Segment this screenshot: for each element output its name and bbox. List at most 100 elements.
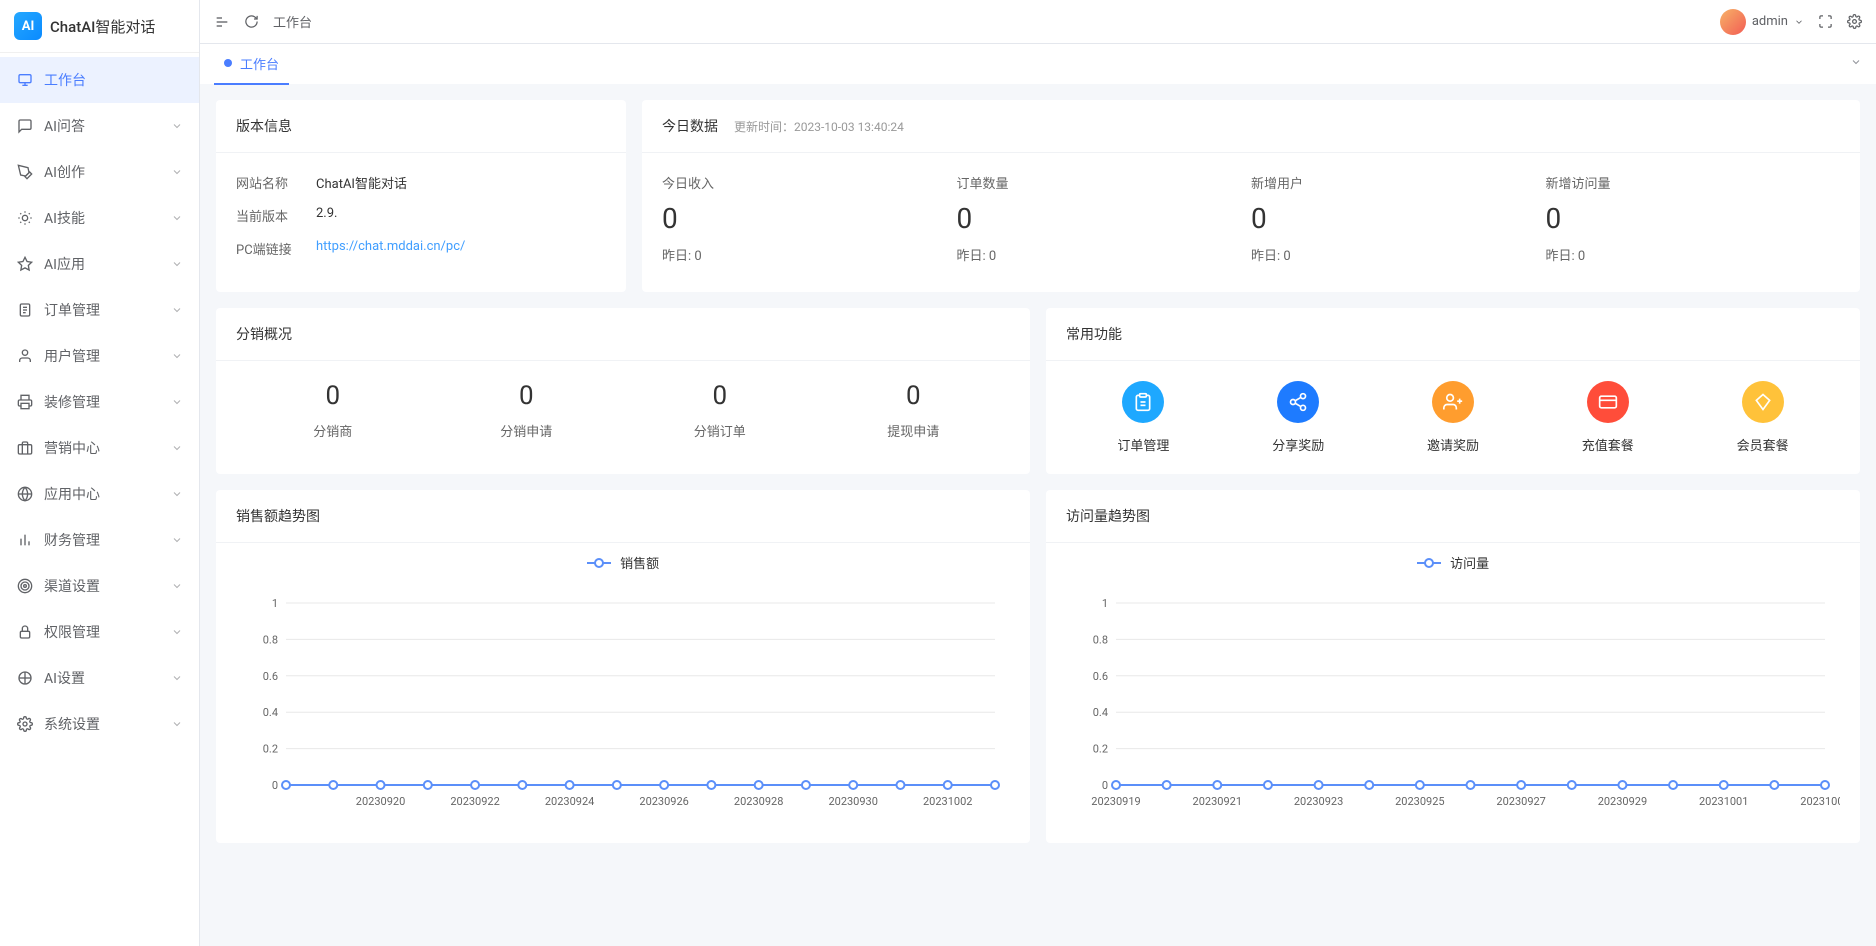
sidebar-item-label: 渠道设置 xyxy=(44,576,171,596)
today-stat: 新增访问量0昨日: 0 xyxy=(1546,173,1841,264)
chevron-down-icon xyxy=(171,672,183,684)
today-stat: 订单数量0昨日: 0 xyxy=(957,173,1252,264)
stat-label: 提现申请 xyxy=(817,421,1011,440)
sidebar-item-label: AI应用 xyxy=(44,254,171,274)
chevron-down-icon xyxy=(171,258,183,270)
stat-value: 0 xyxy=(1546,202,1841,235)
kv-key: 网站名称 xyxy=(236,173,316,192)
app-title: ChatAI智能对话 xyxy=(50,16,155,37)
sidebar-item-1[interactable]: AI问答 xyxy=(0,103,199,149)
svg-text:0.8: 0.8 xyxy=(1093,633,1108,646)
sidebar-item-5[interactable]: 订单管理 xyxy=(0,287,199,333)
version-row: PC端链接https://chat.mddai.cn/pc/ xyxy=(236,239,606,258)
stat-sub: 昨日: 0 xyxy=(662,245,957,264)
sidebar-item-8[interactable]: 营销中心 xyxy=(0,425,199,471)
sidebar-item-14[interactable]: 系统设置 xyxy=(0,701,199,747)
collapse-icon[interactable] xyxy=(214,14,230,30)
target-icon xyxy=(16,578,34,594)
pc-link[interactable]: https://chat.mddai.cn/pc/ xyxy=(316,239,465,254)
monitor-icon xyxy=(16,72,34,88)
shortcut-useradd[interactable]: 邀请奖励 xyxy=(1376,381,1531,454)
sidebar-item-10[interactable]: 财务管理 xyxy=(0,517,199,563)
chevron-down-icon xyxy=(171,534,183,546)
shortcut-clipboard[interactable]: 订单管理 xyxy=(1066,381,1221,454)
shortcut-label: 邀请奖励 xyxy=(1376,435,1531,454)
svg-text:20231003: 20231003 xyxy=(1800,795,1840,808)
kv-key: 当前版本 xyxy=(236,206,316,225)
svg-text:0.4: 0.4 xyxy=(263,706,278,719)
diamond-icon xyxy=(1742,381,1784,423)
version-row: 网站名称ChatAI智能对话 xyxy=(236,173,606,192)
share-icon xyxy=(1277,381,1319,423)
sidebar-item-2[interactable]: AI创作 xyxy=(0,149,199,195)
lock-icon xyxy=(16,624,34,640)
breadcrumb: 工作台 xyxy=(273,12,312,31)
svg-text:20231001: 20231001 xyxy=(1699,795,1748,808)
version-card: 版本信息 网站名称ChatAI智能对话当前版本2.9.PC端链接https://… xyxy=(216,100,626,292)
content: 版本信息 网站名称ChatAI智能对话当前版本2.9.PC端链接https://… xyxy=(200,84,1876,946)
svg-text:0.2: 0.2 xyxy=(263,742,278,755)
svg-text:20230924: 20230924 xyxy=(545,795,594,808)
sidebar-item-12[interactable]: 权限管理 xyxy=(0,609,199,655)
chevron-down-icon xyxy=(171,580,183,592)
sidebar-item-6[interactable]: 用户管理 xyxy=(0,333,199,379)
svg-text:0: 0 xyxy=(1102,779,1108,792)
sun-icon xyxy=(16,210,34,226)
user-menu[interactable]: admin xyxy=(1720,9,1804,35)
refresh-icon[interactable] xyxy=(244,14,259,29)
kv-val: 2.9. xyxy=(316,206,606,225)
shortcut-card[interactable]: 充值套餐 xyxy=(1530,381,1685,454)
sidebar-item-4[interactable]: AI应用 xyxy=(0,241,199,287)
chevron-down-icon xyxy=(171,166,183,178)
sidebar-item-9[interactable]: 应用中心 xyxy=(0,471,199,517)
sidebar-item-11[interactable]: 渠道设置 xyxy=(0,563,199,609)
stat-sub: 昨日: 0 xyxy=(957,245,1252,264)
sidebar-item-3[interactable]: AI技能 xyxy=(0,195,199,241)
sidebar-item-label: AI问答 xyxy=(44,116,171,136)
svg-text:20230919: 20230919 xyxy=(1091,795,1140,808)
svg-text:20230922: 20230922 xyxy=(450,795,499,808)
sidebar-item-13[interactable]: AI设置 xyxy=(0,655,199,701)
dist-stat: 0 提现申请 xyxy=(817,381,1011,440)
chart-legend: 访问量 xyxy=(1066,553,1840,573)
sidebar-item-label: 应用中心 xyxy=(44,484,171,504)
shortcut-label: 订单管理 xyxy=(1066,435,1221,454)
stat-sub: 昨日: 0 xyxy=(1251,245,1546,264)
today-stat: 新增用户0昨日: 0 xyxy=(1251,173,1546,264)
dist-stat: 0分销商 xyxy=(236,381,430,440)
chart-legend: 销售额 xyxy=(236,553,1010,573)
sidebar-item-label: 财务管理 xyxy=(44,530,171,550)
sidebar-item-0[interactable]: 工作台 xyxy=(0,57,199,103)
sidebar-item-7[interactable]: 装修管理 xyxy=(0,379,199,425)
stat-label: 分销申请 xyxy=(430,421,624,440)
version-row: 当前版本2.9. xyxy=(236,206,606,225)
svg-text:0: 0 xyxy=(272,779,278,792)
today-card: 今日数据 更新时间：2023-10-03 13:40:24 今日收入0昨日: 0… xyxy=(642,100,1860,292)
update-time: 更新时间：2023-10-03 13:40:24 xyxy=(734,118,904,135)
visits-chart: 00.20.40.60.8120230919202309212023092320… xyxy=(1066,583,1840,823)
sidebar-item-label: AI设置 xyxy=(44,668,171,688)
sales-trend-card: 销售额趋势图 销售额 00.20.40.60.81202309202023092… xyxy=(216,490,1030,843)
useradd-icon xyxy=(1432,381,1474,423)
sidebar-item-label: 装修管理 xyxy=(44,392,171,412)
sidebar-item-label: 工作台 xyxy=(44,70,183,90)
svg-text:0.6: 0.6 xyxy=(1093,669,1108,682)
tab-workbench[interactable]: 工作台 xyxy=(214,44,289,85)
receipt-icon xyxy=(16,302,34,318)
tab-label: 工作台 xyxy=(240,54,279,73)
svg-text:1: 1 xyxy=(1102,597,1108,610)
sidebar-item-label: AI创作 xyxy=(44,162,171,182)
avatar xyxy=(1720,9,1746,35)
svg-text:20230929: 20230929 xyxy=(1598,795,1647,808)
shortcut-share[interactable]: 分享奖励 xyxy=(1221,381,1376,454)
user-icon xyxy=(16,348,34,364)
stat-value: 0 xyxy=(817,381,1011,411)
fullscreen-icon[interactable] xyxy=(1818,14,1833,29)
svg-text:20230927: 20230927 xyxy=(1496,795,1545,808)
chevron-down-icon xyxy=(171,718,183,730)
shortcut-diamond[interactable]: 会员套餐 xyxy=(1685,381,1840,454)
chevron-down-icon xyxy=(171,212,183,224)
settings-icon[interactable] xyxy=(1847,14,1862,29)
tabs-more-icon[interactable] xyxy=(1850,56,1862,72)
stat-value: 0 xyxy=(430,381,624,411)
